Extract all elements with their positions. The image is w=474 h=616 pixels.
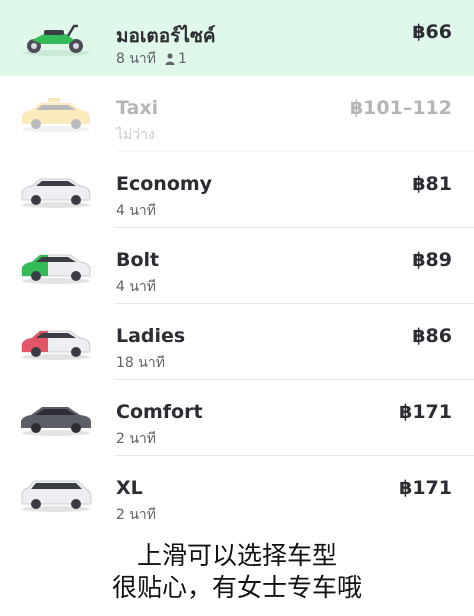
ladies-car-icon — [21, 330, 91, 360]
option-eta: 4 นาที — [116, 279, 157, 295]
option-eta: 18 นาที — [116, 355, 165, 371]
person-icon — [165, 53, 175, 65]
seat-count: 1 — [178, 51, 187, 67]
eta-text: 8 นาที — [116, 51, 157, 67]
ride-option-xl[interactable]: XL 2 นาที ฿171 — [0, 456, 474, 532]
option-status: ไม่ว่าง — [116, 127, 155, 143]
ride-option-comfort[interactable]: Comfort 2 นาที ฿171 — [0, 380, 474, 456]
option-price: ฿101–112 — [349, 97, 452, 119]
video-caption-line-2: 很贴心，有女士专车哦 — [111, 573, 362, 602]
option-eta: 4 นาที — [116, 203, 157, 219]
option-price: ฿66 — [412, 21, 452, 43]
ride-option-bolt[interactable]: Bolt 4 นาที ฿89 — [0, 228, 474, 304]
option-name: Comfort — [116, 401, 203, 423]
comfort-car-icon — [21, 407, 91, 436]
option-name: Ladies — [116, 325, 186, 347]
ride-options-list: มอเตอร์ไซค์ 8 นาที 1 ฿66 Taxi ไม่ว่าง ฿1… — [0, 0, 474, 532]
ride-option-ladies[interactable]: Ladies 18 นาที ฿86 — [0, 304, 474, 380]
ride-option-motorbike[interactable]: มอเตอร์ไซค์ 8 นาที 1 ฿66 — [0, 0, 474, 76]
ride-option-economy[interactable]: Economy 4 นาที ฿81 — [0, 152, 474, 228]
motorbike-icon — [22, 24, 90, 56]
option-name: Taxi — [116, 97, 159, 119]
xl-van-icon — [21, 480, 92, 512]
option-eta: 8 นาที 1 — [116, 48, 187, 70]
video-caption-line-1: 上滑可以选择车型 — [136, 541, 337, 570]
option-name: Bolt — [116, 249, 160, 271]
option-name: Economy — [116, 173, 213, 195]
economy-car-icon — [21, 178, 91, 208]
option-price: ฿81 — [412, 173, 452, 195]
option-price: ฿171 — [399, 401, 452, 423]
option-name: มอเตอร์ไซค์ — [116, 25, 216, 47]
ride-option-taxi[interactable]: Taxi ไม่ว่าง ฿101–112 — [0, 76, 474, 152]
option-price: ฿171 — [399, 477, 452, 499]
option-eta: 2 นาที — [116, 431, 157, 447]
option-name: XL — [116, 477, 143, 499]
taxi-car-icon — [22, 98, 90, 132]
option-price: ฿89 — [412, 249, 452, 271]
bolt-car-icon — [21, 254, 91, 284]
option-eta: 2 นาที — [116, 507, 157, 523]
option-price: ฿86 — [412, 325, 452, 347]
